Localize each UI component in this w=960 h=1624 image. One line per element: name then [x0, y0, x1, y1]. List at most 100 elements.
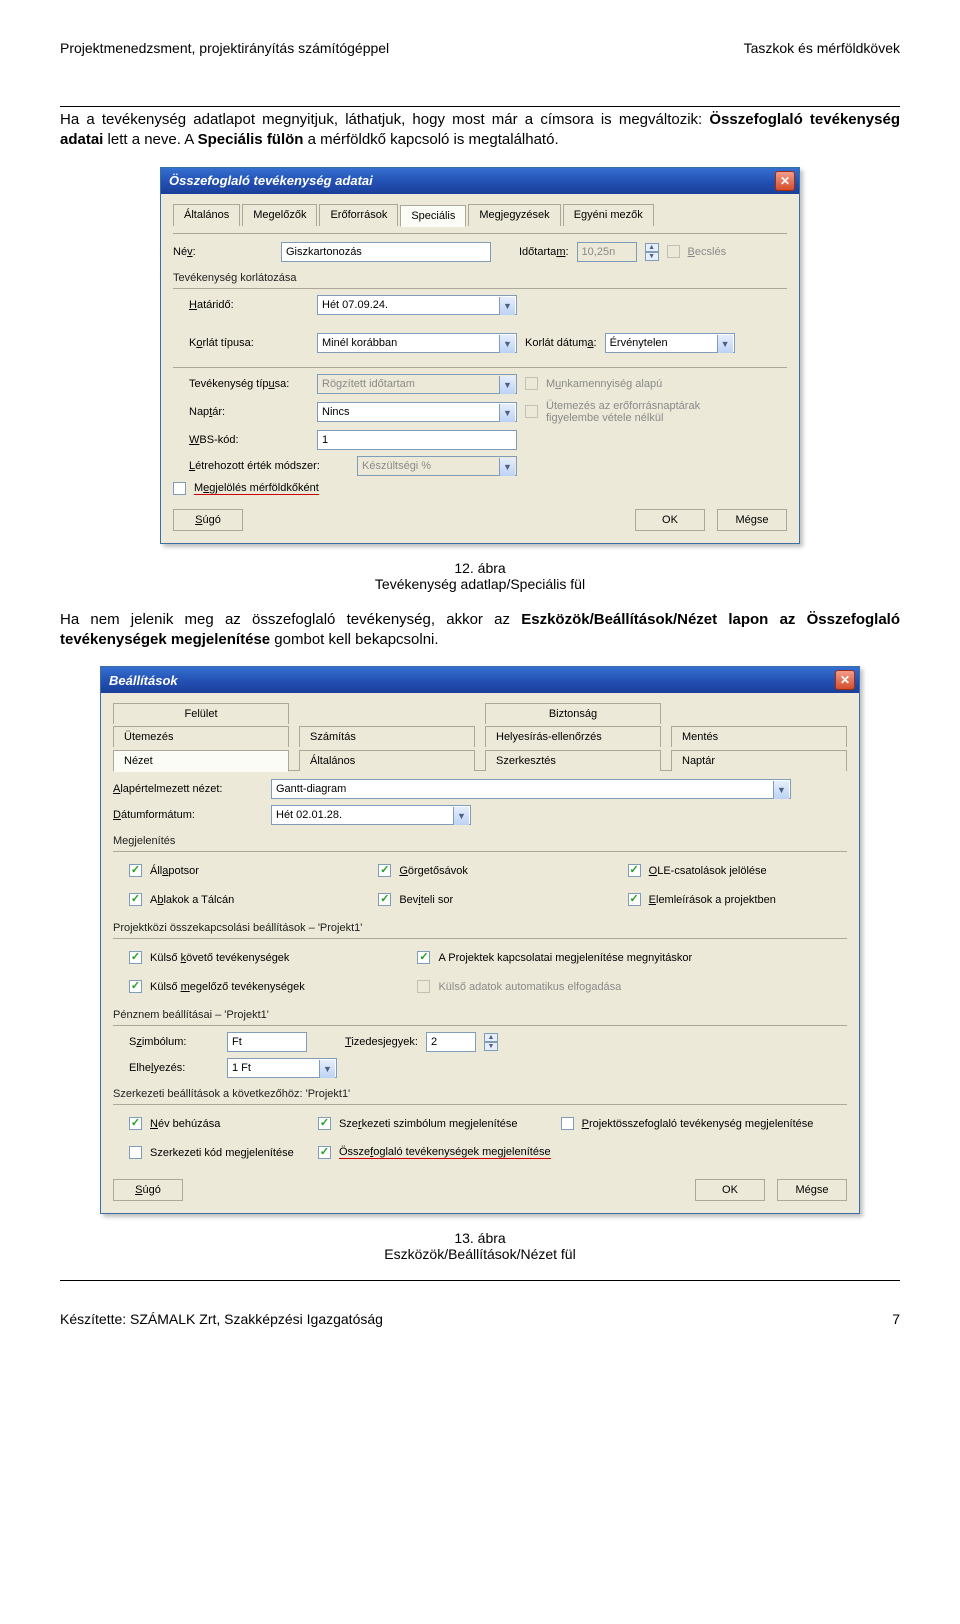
header-right: Taszkok és mérföldkövek: [744, 40, 900, 56]
szerkszimb-checkbox[interactable]: [318, 1117, 331, 1130]
kulso-megel-checkbox[interactable]: [129, 980, 142, 993]
korlat-tipus-combo[interactable]: Minél korábban ▼: [317, 333, 517, 353]
cancel-button[interactable]: Mégse: [717, 509, 787, 531]
caption-1-num: 12. ábra: [60, 560, 900, 576]
tab-nezet: Nézet: [113, 750, 289, 772]
korlat-datum-value: Érvénytelen: [610, 337, 668, 349]
chevron-down-icon[interactable]: ▼: [499, 297, 515, 315]
tab-biztonsag[interactable]: Biztonság: [485, 703, 661, 724]
ossztev-checkbox[interactable]: [318, 1146, 331, 1159]
elhelyezes-value: 1 Ft: [232, 1062, 251, 1074]
tab-altalanos[interactable]: Általános: [173, 204, 240, 226]
bevitel-label: Beviteli sor: [399, 894, 453, 906]
tizedes-label: Tizedesjegyek:: [345, 1036, 418, 1048]
szerkszimb-label: Szerkezeti szimbólum megjelenítése: [339, 1118, 518, 1130]
p2-prefix: Ha nem jelenik meg az összefoglaló tevék…: [60, 611, 521, 628]
settings-titlebar: Beállítások ✕: [101, 667, 859, 693]
tevtipus-label: Tevékenység típusa:: [189, 378, 309, 390]
allapot-checkbox[interactable]: [129, 864, 142, 877]
proj-kapcs-checkbox[interactable]: [417, 951, 430, 964]
tab-egyenimezok[interactable]: Egyéni mezők: [563, 204, 654, 226]
cancel-button[interactable]: Mégse: [777, 1179, 847, 1201]
merfoldko-checkbox[interactable]: [173, 482, 186, 495]
tab-naptar[interactable]: Naptár: [671, 750, 847, 771]
chevron-down-icon[interactable]: ▼: [717, 335, 733, 353]
header-left: Projektmenedzsment, projektirányítás szá…: [60, 40, 389, 56]
projossz-checkbox[interactable]: [561, 1117, 574, 1130]
nevbeh-checkbox[interactable]: [129, 1117, 142, 1130]
szerkkod-checkbox[interactable]: [129, 1146, 142, 1159]
tab-szerkesztes[interactable]: Szerkesztés: [485, 750, 661, 771]
footer-rule: [60, 1280, 900, 1281]
korlat-datum-combo[interactable]: Érvénytelen ▼: [605, 333, 735, 353]
ossztev-label: Összefoglaló tevékenységek megjelenítése: [339, 1146, 551, 1159]
szimbolum-input[interactable]: Ft: [227, 1032, 307, 1052]
tab-specialis[interactable]: Speciális: [400, 205, 466, 227]
tab-utemezes[interactable]: Ütemezés: [113, 726, 289, 747]
hatarido-combo[interactable]: Hét 07.09.24. ▼: [317, 295, 517, 315]
close-icon[interactable]: ✕: [835, 670, 855, 690]
elemle-label: Elemleírások a projektben: [649, 894, 776, 906]
tab-eroforrasok[interactable]: Erőforrások: [319, 204, 398, 226]
tab-mentes[interactable]: Mentés: [671, 726, 847, 747]
chevron-down-icon[interactable]: ▼: [773, 781, 789, 799]
chevron-down-icon[interactable]: ▼: [499, 404, 515, 422]
idotartam-spinner: ▲▼: [645, 243, 659, 261]
kulso-adatok-checkbox: [417, 980, 430, 993]
szerkkod-label: Szerkezeti kód megjelenítése: [150, 1147, 294, 1159]
task-info-dialog: Összefoglaló tevékenység adatai ✕ Általá…: [160, 167, 800, 544]
korlat-datum-label: Korlát dátuma:: [525, 337, 597, 349]
close-icon[interactable]: ✕: [775, 171, 795, 191]
proj-kapcs-label: A Projektek kapcsolatai megjelenítése me…: [438, 952, 692, 964]
elemle-checkbox[interactable]: [628, 893, 641, 906]
group-projektkoz: Projektközi összekapcsolási beállítások …: [113, 922, 847, 934]
idotartam-label: Időtartam:: [519, 246, 569, 258]
ok-button[interactable]: OK: [635, 509, 705, 531]
chevron-down-icon[interactable]: ▼: [319, 1060, 335, 1078]
chevron-down-icon[interactable]: ▼: [453, 807, 469, 825]
group-megjelenites: Megjelenítés: [113, 835, 847, 847]
ok-button[interactable]: OK: [695, 1179, 765, 1201]
naptar-combo[interactable]: Nincs ▼: [317, 402, 517, 422]
szimbolum-label: Szimbólum:: [129, 1036, 219, 1048]
allapot-label: Állapotsor: [150, 865, 199, 877]
chevron-down-icon[interactable]: ▼: [499, 335, 515, 353]
wbs-input[interactable]: 1: [317, 430, 517, 450]
tizedes-spinner[interactable]: ▲▼: [484, 1033, 498, 1051]
tab-helyesiras[interactable]: Helyesírás-ellenőrzés: [485, 726, 661, 747]
nevbeh-label: Név behúzása: [150, 1118, 220, 1130]
elhelyezes-combo[interactable]: 1 Ft ▼: [227, 1058, 337, 1078]
wbs-label: WBS-kód:: [189, 434, 309, 446]
datumformat-combo[interactable]: Hét 02.01.28. ▼: [271, 805, 471, 825]
ole-checkbox[interactable]: [628, 864, 641, 877]
page-header: Projektmenedzsment, projektirányítás szá…: [60, 40, 900, 56]
paragraph-1: Ha a tevékenység adatlapot megnyitjuk, l…: [60, 110, 900, 151]
tab-szamitas[interactable]: Számítás: [299, 726, 475, 747]
help-button[interactable]: Súgó: [173, 509, 243, 531]
alap-nezet-combo[interactable]: Gantt-diagram ▼: [271, 779, 791, 799]
alap-nezet-value: Gantt-diagram: [276, 783, 346, 795]
p2-suffix: gombot kell bekapcsolni.: [274, 631, 438, 648]
bevitel-checkbox[interactable]: [378, 893, 391, 906]
hatarido-label: Határidő:: [189, 299, 309, 311]
alap-nezet-label: Alapértelmezett nézet:: [113, 783, 263, 795]
task-info-title: Összefoglaló tevékenység adatai: [169, 173, 373, 188]
nev-input[interactable]: Giszkartonozás: [281, 242, 491, 262]
idotartam-input: 10,25n: [577, 242, 637, 262]
chevron-down-icon: ▼: [499, 376, 515, 394]
kulso-koveto-checkbox[interactable]: [129, 951, 142, 964]
group-penznem: Pénznem beállításai – 'Projekt1': [113, 1009, 847, 1021]
gorget-checkbox[interactable]: [378, 864, 391, 877]
tab-altalanos2[interactable]: Általános: [299, 750, 475, 771]
footer-left: Készítette: SZÁMALK Zrt, Szakképzési Iga…: [60, 1311, 383, 1327]
header-rule: [60, 106, 900, 107]
p1-suffix: a mérföldkő kapcsoló is megtalálható.: [308, 131, 559, 148]
help-button[interactable]: Súgó: [113, 1179, 183, 1201]
kulso-koveto-label: Külső követő tevékenységek: [150, 952, 289, 964]
tizedes-input[interactable]: 2: [426, 1032, 476, 1052]
tab-megelozok[interactable]: Megelőzők: [242, 204, 317, 226]
ablak-checkbox[interactable]: [129, 893, 142, 906]
tab-megjegyzesek[interactable]: Megjegyzések: [468, 204, 560, 226]
tab-felulet[interactable]: Felület: [113, 703, 289, 724]
kulso-adatok-label: Külső adatok automatikus elfogadása: [438, 981, 621, 993]
